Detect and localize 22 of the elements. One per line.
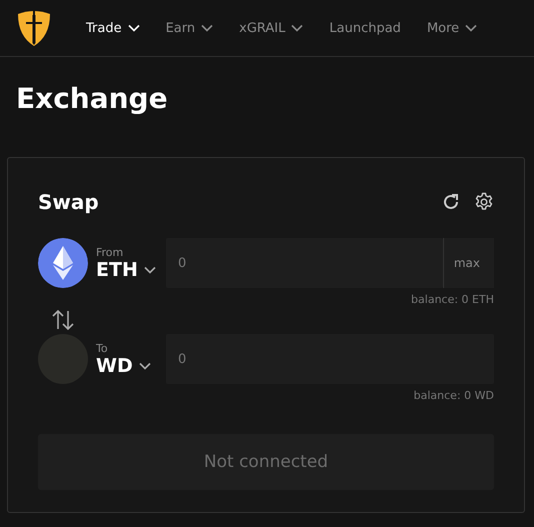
chevron-down-icon (138, 362, 151, 370)
ethereum-coin-icon (38, 238, 88, 288)
page-title: Exchange (15, 81, 169, 113)
token-selector[interactable]: ETH (96, 258, 158, 280)
nav-item[interactable]: xGRAIL (239, 20, 304, 36)
nav-item[interactable]: Trade (86, 20, 140, 36)
token-label: From (96, 246, 124, 258)
settings-icon[interactable] (474, 192, 494, 212)
refresh-icon[interactable] (442, 193, 460, 211)
balance-text: balance: 0 WD (412, 389, 494, 402)
token-selector[interactable]: WD (96, 354, 158, 376)
token-label: To (96, 342, 109, 354)
chevron-down-icon (144, 266, 156, 274)
swap-arrows-icon[interactable] (50, 309, 76, 331)
amount-field[interactable]: 0 (166, 334, 494, 384)
nav-item[interactable]: More (426, 20, 478, 36)
nav-item[interactable]: Launchpad (329, 20, 401, 36)
amount-field[interactable]: 0 (166, 238, 443, 288)
balance-text: balance: 0 ETH (410, 293, 494, 306)
swap-title: Swap (38, 190, 99, 214)
nav-item[interactable]: Earn (166, 20, 214, 36)
max-button[interactable]: max (442, 238, 494, 288)
